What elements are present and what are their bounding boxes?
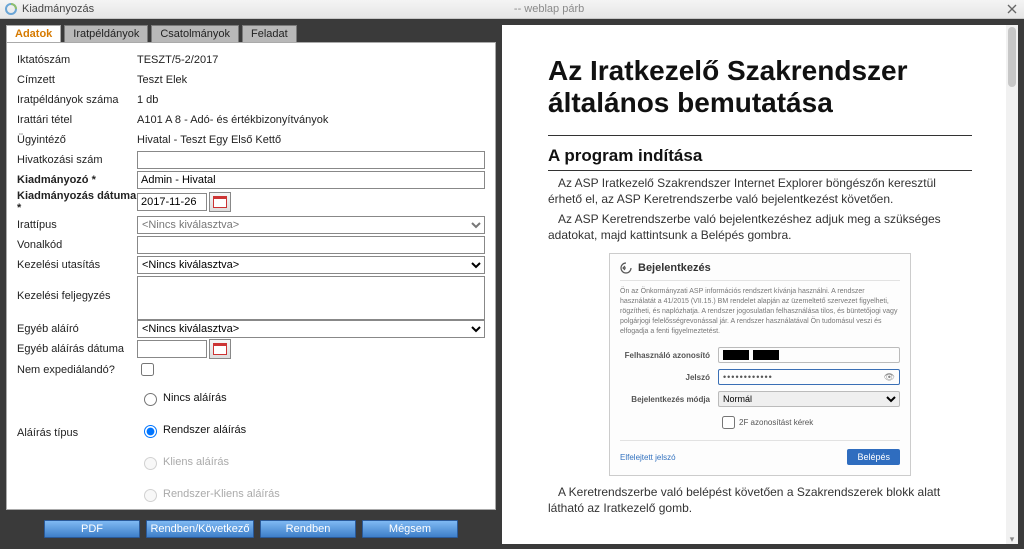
scroll-down-icon[interactable]: ▾ <box>1008 534 1016 544</box>
label-ugyintezo: Ügyintéző <box>17 134 137 146</box>
action-bar: PDF Rendben/Következő Rendben Mégsem <box>6 514 496 544</box>
scrollbar-thumb[interactable] <box>1008 27 1016 87</box>
calendar-button-egyeb-datum[interactable] <box>209 339 231 359</box>
login-forgot-link: Elfelejtett jelszó <box>620 453 676 462</box>
help-panel: Az Iratkezelő Szakrendszeráltalános bemu… <box>502 25 1018 544</box>
pdf-button[interactable]: PDF <box>44 520 140 538</box>
login-pass-input: •••••••••••• 👁 <box>718 369 900 385</box>
hivatkozasi-szam-input[interactable] <box>137 151 485 169</box>
login-2fa-checkbox <box>722 416 735 429</box>
kiadmanyozas-datuma-input[interactable] <box>137 193 207 211</box>
calendar-icon <box>213 196 227 208</box>
tab-adatok[interactable]: Adatok <box>6 25 61 42</box>
doc-subheading: A program indítása <box>548 146 972 171</box>
label-kiadmanyozas-datuma: Kiadmányozás dátuma * <box>17 190 137 214</box>
form-panel: Adatok Iratpéldányok Csatolmányok Felada… <box>0 19 502 549</box>
doc-paragraph: A Keretrendszerbe való belépést követően… <box>548 484 972 516</box>
megsem-button[interactable]: Mégsem <box>362 520 458 538</box>
redacted-text <box>723 350 749 360</box>
tabs: Adatok Iratpéldányok Csatolmányok Felada… <box>6 25 496 42</box>
label-vonalkod: Vonalkód <box>17 239 137 251</box>
label-kezelesi-utasitas: Kezelési utasítás <box>17 259 137 271</box>
login-2fa-row: 2F azonosítást kérek <box>620 413 900 432</box>
doc-divider <box>548 135 972 136</box>
window-title: Kiadmányozás <box>22 3 94 15</box>
doc-paragraph: Az ASP Iratkezelő Szakrendszer Internet … <box>548 175 972 207</box>
form-area: IktatószámTESZT/5-2/2017 CímzettTeszt El… <box>6 42 496 510</box>
label-iktatoszam: Iktatószám <box>17 54 137 66</box>
nem-expedialando-checkbox[interactable] <box>141 363 154 376</box>
kiadmanyozo-input[interactable] <box>137 171 485 189</box>
eye-icon: 👁 <box>884 372 895 383</box>
label-egyeb-alairo: Egyéb aláíró <box>17 323 137 335</box>
label-egyeb-alairas-datuma: Egyéb aláírás dátuma <box>17 343 137 355</box>
login-description: Ön az Önkormányzati ASP információs rend… <box>620 287 900 337</box>
egyeb-alairas-datuma-input[interactable] <box>137 340 207 358</box>
scrollbar[interactable]: ▾ <box>1006 25 1018 544</box>
label-irattipus: Irattípus <box>17 219 137 231</box>
login-submit-button: Belépés <box>847 449 900 465</box>
value-irattari-tetel: A101 A 8 - Adó- és értékbizonyítványok <box>137 114 328 126</box>
tab-iratpeldanyok[interactable]: Iratpéldányok <box>64 25 148 42</box>
radio-rendszer-alairas[interactable]: Rendszer aláírás <box>137 419 280 441</box>
rendben-kovetkezo-button[interactable]: Rendben/Következő <box>146 520 254 538</box>
login-title: Bejelentkezés <box>620 262 900 281</box>
value-cimzett: Teszt Elek <box>137 74 187 86</box>
calendar-button-kiad-datum[interactable] <box>209 192 231 212</box>
doc-heading: Az Iratkezelő Szakrendszeráltalános bemu… <box>548 55 972 119</box>
redacted-text <box>753 350 779 360</box>
login-arrow-icon <box>620 262 632 274</box>
label-hivatkozasi-szam: Hivatkozási szám <box>17 154 137 166</box>
login-pass-label: Jelszó <box>620 373 718 382</box>
alairas-tipus-radiogroup: Nincs aláírás Rendszer aláírás Kliens al… <box>137 387 280 505</box>
login-mode-label: Bejelentkezés módja <box>620 395 718 404</box>
value-iratpeldanyok-szama: 1 db <box>137 94 158 106</box>
login-mode-select: Normál <box>718 391 900 407</box>
label-nem-expedialando: Nem expediálandó? <box>17 364 137 376</box>
radio-nincs-alairas[interactable]: Nincs aláírás <box>137 387 280 409</box>
value-ugyintezo: Hivatal - Teszt Egy Első Kettő <box>137 134 281 146</box>
tab-csatolmanyok[interactable]: Csatolmányok <box>151 25 239 42</box>
calendar-icon <box>213 343 227 355</box>
label-kezelesi-feljegyzes: Kezelési feljegyzés <box>17 276 137 302</box>
rendben-button[interactable]: Rendben <box>260 520 356 538</box>
window-subtitle: -- weblap párb <box>514 3 584 15</box>
kezelesi-feljegyzes-textarea[interactable] <box>137 276 485 320</box>
egyeb-alairo-select[interactable]: <Nincs kiválasztva> <box>137 320 485 338</box>
tab-feladat[interactable]: Feladat <box>242 25 297 42</box>
close-icon[interactable] <box>1004 2 1020 16</box>
label-irattari-tetel: Irattári tétel <box>17 114 137 126</box>
help-document: Az Iratkezelő Szakrendszeráltalános bemu… <box>502 25 1018 540</box>
vonalkod-input[interactable] <box>137 236 485 254</box>
label-alairas-tipus: Aláírás típus <box>17 387 137 439</box>
radio-kliens-alairas: Kliens aláírás <box>137 451 280 473</box>
login-illustration: Bejelentkezés Ön az Önkormányzati ASP in… <box>609 253 911 476</box>
value-iktatoszam: TESZT/5-2/2017 <box>137 54 218 66</box>
window-titlebar: Kiadmányozás -- weblap párb <box>0 0 1024 19</box>
radio-rendszer-kliens-alairas: Rendszer-Kliens aláírás <box>137 483 280 505</box>
label-iratpeldanyok-szama: Iratpéldányok száma <box>17 94 137 106</box>
login-user-label: Felhasználó azonosító <box>620 351 718 360</box>
kezelesi-utasitas-select[interactable]: <Nincs kiválasztva> <box>137 256 485 274</box>
irattipus-select[interactable]: <Nincs kiválasztva> <box>137 216 485 234</box>
login-user-input <box>718 347 900 363</box>
label-cimzett: Címzett <box>17 74 137 86</box>
doc-paragraph: Az ASP Keretrendszerbe való bejelentkezé… <box>548 211 972 243</box>
app-icon <box>4 2 18 16</box>
label-kiadmanyozo: Kiadmányozó * <box>17 174 137 186</box>
